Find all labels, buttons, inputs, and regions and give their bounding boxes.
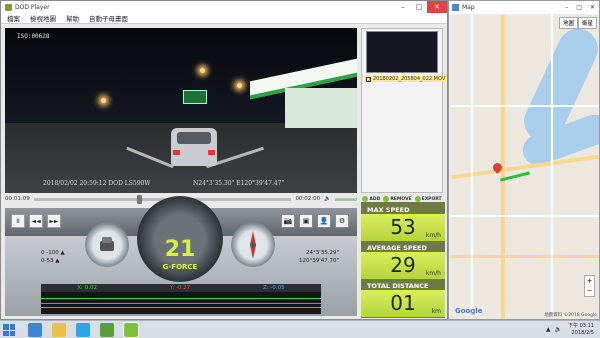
store-building xyxy=(285,88,357,128)
avg-speed-stat: AVERAGE SPEED 29 km/h xyxy=(361,242,445,280)
total-distance-stat: TOTAL DISTANCE 01 km xyxy=(361,280,445,318)
network-icon[interactable]: ▲ xyxy=(546,326,551,333)
playlist-panel: ✓ 20180202_205804_022.MOV xyxy=(361,28,448,193)
clock[interactable]: 下午 03:11 2018/2/5 xyxy=(568,323,594,337)
map-title: Map xyxy=(462,4,475,11)
zoom-in-button[interactable]: + xyxy=(585,276,594,286)
clip-thumbnail[interactable] xyxy=(366,31,438,73)
settings-icon[interactable]: ⚙ xyxy=(335,214,349,228)
traffic-sign xyxy=(183,90,207,104)
axis-x-line xyxy=(41,298,321,299)
gps-overlay: N24°3'35.30" E120°39'47.47" xyxy=(193,180,285,187)
compass-icon xyxy=(250,231,256,259)
taskbar: ▲ 🔈 下午 03:11 2018/2/5 xyxy=(0,320,600,338)
map-titlebar[interactable]: Map – □ ✕ xyxy=(449,1,599,14)
end-time: 00:02:00 xyxy=(295,196,321,202)
street xyxy=(551,15,553,319)
menu-view-map[interactable]: 檢視地圖 xyxy=(30,13,56,23)
skype-icon[interactable] xyxy=(76,323,90,337)
copy-icon[interactable]: ▣ xyxy=(299,214,313,228)
map-window: Map – □ ✕ 地圖 衛星 + − Google 地圖資料 ©2018 Go… xyxy=(448,0,600,320)
minimize-icon[interactable]: – xyxy=(395,1,411,13)
axis-x-label: X: 0.02 xyxy=(77,285,97,291)
player-window: DOD Player – □ ✕ 檔案 檢視地圖 幫助 自動子母畫面 ISO:0… xyxy=(0,0,448,320)
street xyxy=(451,215,599,217)
zoom-control: + − xyxy=(584,275,595,297)
menu-help[interactable]: 幫助 xyxy=(66,13,79,23)
rewind-button[interactable]: ◄◄ xyxy=(29,214,43,228)
volume-slider[interactable] xyxy=(335,197,357,201)
main-road xyxy=(451,255,599,258)
snapshot-icon[interactable]: 📷 xyxy=(281,214,295,228)
playlist-checkbox[interactable]: ✓ xyxy=(366,76,371,84)
latitude: 24°3'35.29" xyxy=(305,250,339,256)
volume-icon[interactable]: 🔈 xyxy=(324,196,331,202)
explorer-icon[interactable] xyxy=(52,323,66,337)
map-type-satellite[interactable]: 衛星 xyxy=(577,17,597,29)
gsensor-graph xyxy=(41,292,321,314)
tilt-dial xyxy=(85,223,129,267)
map-type-toggle: 地圖 衛星 xyxy=(558,17,597,29)
gforce-value: 21 xyxy=(164,237,196,262)
zoom-out-button[interactable]: − xyxy=(585,286,594,296)
map-maximize-icon[interactable]: □ xyxy=(572,4,586,11)
pause-button[interactable]: II xyxy=(11,214,25,228)
coordinates-readout: 24°3'35.29" 120°39'47.70" xyxy=(279,249,339,265)
map-copyright: 地圖資料 ©2018 Google xyxy=(544,313,597,318)
tilt-readout: 0 -100 ▲ 0-53 ▲ xyxy=(41,250,65,264)
dod-player-taskbar-icon[interactable] xyxy=(123,322,139,338)
map-type-map[interactable]: 地圖 xyxy=(558,17,578,29)
start-button[interactable] xyxy=(3,324,15,336)
speaker-icon[interactable]: 🔈 xyxy=(555,326,562,333)
map-app-icon xyxy=(452,4,459,11)
car-ahead xyxy=(171,128,217,166)
video-viewport[interactable]: ISO:00628 2018/02/02 20:59:12 DOD LS590W… xyxy=(5,28,357,193)
axis-y-line xyxy=(41,303,321,304)
compass-dial xyxy=(231,223,275,267)
maximize-icon[interactable]: □ xyxy=(411,1,427,13)
axis-z-label: Z: -0.05 xyxy=(263,285,285,291)
seek-handle[interactable] xyxy=(136,194,142,204)
iso-readout: ISO:00628 xyxy=(17,33,50,40)
user-icon[interactable]: 👤 xyxy=(317,214,331,228)
streetlight xyxy=(200,68,205,73)
gforce-label: G-FORCE xyxy=(162,263,198,271)
stats-panel: MAX SPEED 53 km/h AVERAGE SPEED 29 km/h … xyxy=(361,202,445,318)
forward-button[interactable]: ►► xyxy=(47,214,61,228)
map-view[interactable]: 地圖 衛星 + − Google 地圖資料 ©2018 Google xyxy=(451,15,599,319)
playlist-item[interactable]: ✓ 20180202_205804_022.MOV xyxy=(364,76,448,84)
map-minimize-icon[interactable]: – xyxy=(561,4,572,11)
player-titlebar[interactable]: DOD Player – □ ✕ xyxy=(1,1,447,13)
streetlight xyxy=(237,83,242,88)
playlist-filename: 20180202_205804_022.MOV xyxy=(373,76,446,82)
close-icon[interactable]: ✕ xyxy=(427,1,447,13)
current-time: 00:01:09 xyxy=(5,196,30,202)
menu-pip[interactable]: 自動子母畫面 xyxy=(89,13,128,23)
menu-file[interactable]: 檔案 xyxy=(7,13,20,23)
app-icon xyxy=(5,3,12,11)
desktop: DOD Player – □ ✕ 檔案 檢視地圖 幫助 自動子母畫面 ISO:0… xyxy=(0,0,600,338)
street xyxy=(451,105,599,107)
streetlight xyxy=(101,98,106,103)
window-buttons: – □ ✕ xyxy=(395,1,447,13)
line-icon[interactable] xyxy=(100,323,114,337)
menubar: 檔案 檢視地圖 幫助 自動子母畫面 xyxy=(1,13,447,24)
ie-icon[interactable] xyxy=(28,323,42,337)
car-front-icon xyxy=(100,237,114,251)
window-title: DOD Player xyxy=(15,3,50,11)
axis-legend: X: 0.02 Y: -0.27 Z: -0.05 xyxy=(41,284,321,292)
max-speed-stat: MAX SPEED 53 km/h xyxy=(361,204,445,242)
google-logo: Google xyxy=(455,307,483,315)
system-tray: ▲ 🔈 xyxy=(546,326,562,333)
map-close-icon[interactable]: ✕ xyxy=(586,4,599,11)
longitude: 120°39'47.70" xyxy=(298,258,339,264)
axis-y-label: Y: -0.27 xyxy=(169,285,191,291)
timestamp-overlay: 2018/02/02 20:59:12 DOD LS590W xyxy=(43,180,151,187)
street xyxy=(471,15,473,319)
axis-z-line xyxy=(41,307,321,308)
